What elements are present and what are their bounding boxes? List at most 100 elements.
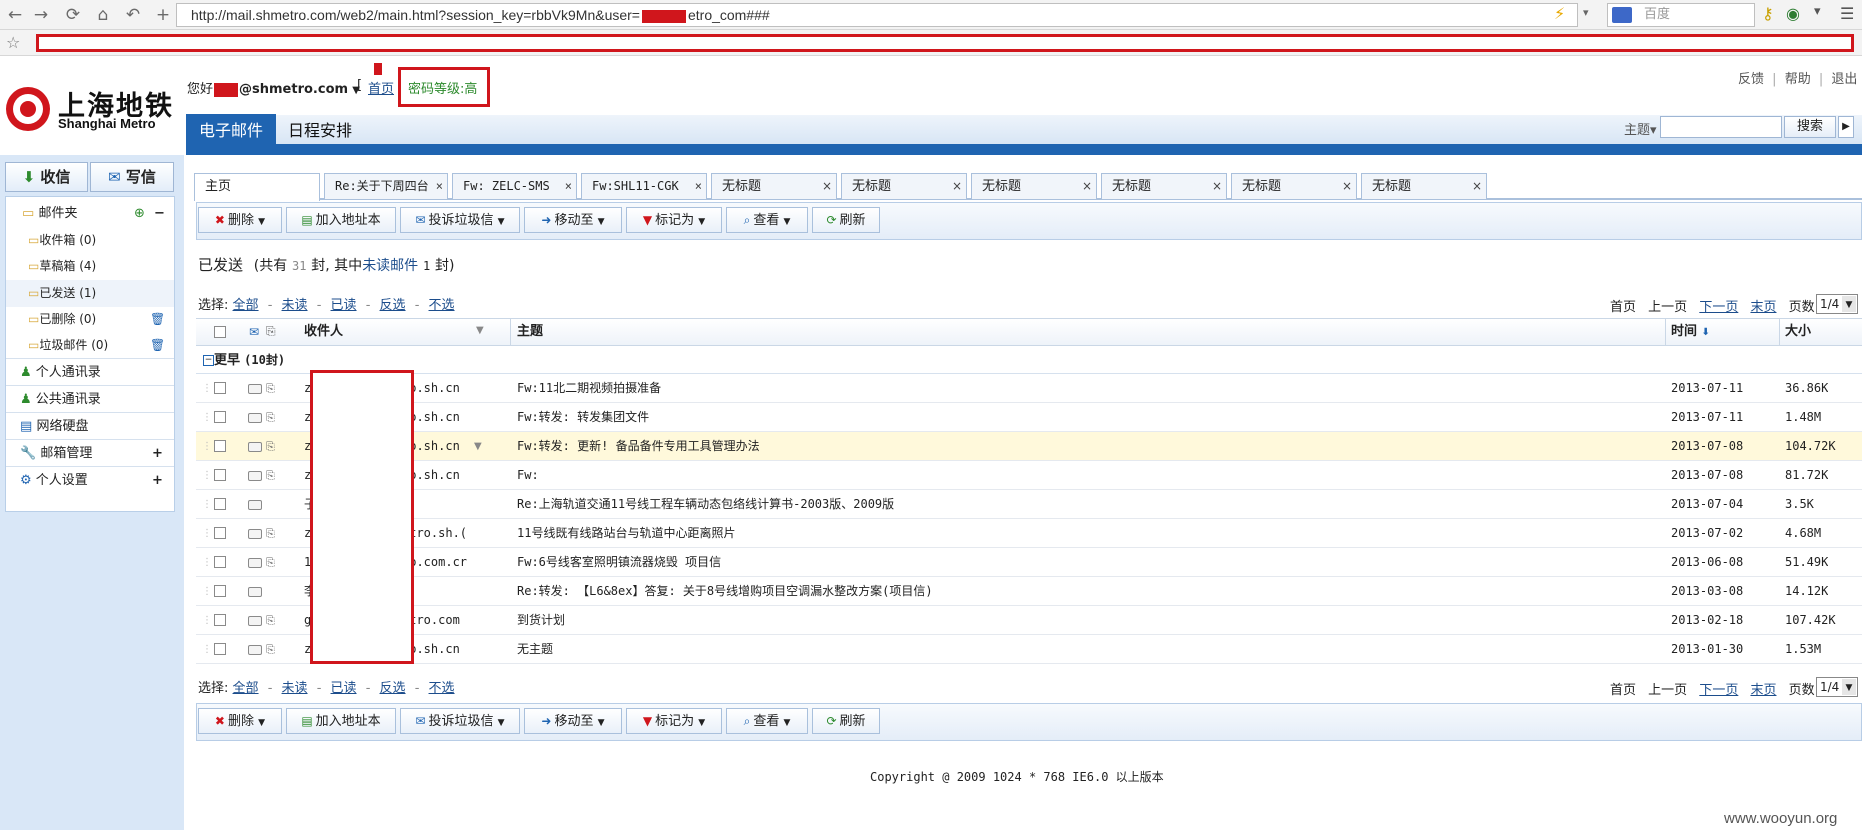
forward-icon[interactable]: → (30, 4, 52, 26)
subject-cell[interactable]: 11号线既有线路站台与轨道中心距离照片 (517, 519, 1657, 548)
close-icon[interactable]: × (1472, 174, 1482, 199)
drag-handle-icon[interactable]: ⋮ (202, 490, 212, 519)
row-checkbox[interactable] (214, 440, 226, 452)
search-arrow-icon[interactable]: ▶ (1838, 116, 1854, 138)
reload-icon[interactable]: ⟳ (62, 4, 84, 26)
sidebar-item-inbox[interactable]: ▭收件箱 (0) (6, 227, 174, 254)
tab-mail-3[interactable]: Fw:SHL11-CGK × (581, 173, 707, 199)
add-folder-icon[interactable]: ⊕ (134, 200, 145, 227)
sidebar-item-public-contacts[interactable]: ♟ 公共通讯录 (6, 385, 174, 412)
select-read-link[interactable]: 已读 (331, 298, 357, 313)
report-spam-button[interactable]: ✉ 投诉垃圾信 ▼ (400, 708, 520, 734)
sidebar-item-sent[interactable]: ▭已发送 (1) (6, 280, 174, 307)
drag-handle-icon[interactable]: ⋮ (202, 403, 212, 432)
select-none-link[interactable]: 不选 (429, 681, 455, 696)
report-spam-button[interactable]: ✉ 投诉垃圾信 ▼ (400, 207, 520, 233)
move-to-button[interactable]: ➜ 移动至 ▼ (524, 708, 622, 734)
select-unread-link[interactable]: 未读 (282, 298, 308, 313)
tab-mail-1[interactable]: Re:关于下周四台 × (324, 173, 448, 199)
pager-prev[interactable]: 上一页 (1648, 683, 1687, 698)
row-checkbox[interactable] (214, 614, 226, 626)
search-button[interactable]: 搜索 (1784, 116, 1836, 138)
subject-cell[interactable]: Fw:转发: 更新! 备品备件专用工具管理办法 (517, 432, 1657, 461)
unread-link[interactable]: 未读邮件 (362, 258, 418, 274)
help-link[interactable]: 帮助 (1785, 72, 1811, 87)
drag-handle-icon[interactable]: ⋮ (202, 432, 212, 461)
attachment-column-icon[interactable]: ⎘ (266, 324, 276, 339)
empty-trash-icon[interactable]: 🗑 (150, 306, 165, 333)
row-checkbox[interactable] (214, 469, 226, 481)
close-icon[interactable]: × (952, 174, 962, 199)
subject-cell[interactable]: Fw:6号线客室照明镇流器烧毁 项目信 (517, 548, 1657, 577)
subject-cell[interactable]: Fw: (517, 461, 1657, 490)
mark-as-button[interactable]: ▼ 标记为 ▼ (626, 207, 722, 233)
undo-icon[interactable]: ↶ (122, 4, 144, 26)
select-invert-link[interactable]: 反选 (380, 681, 406, 696)
logout-link[interactable]: 退出 (1831, 72, 1857, 87)
row-checkbox[interactable] (214, 498, 226, 510)
sidebar-item-spam[interactable]: ▭垃圾邮件 (0) 🗑 (6, 332, 174, 359)
tab-mail-2[interactable]: Fw: ZELC-SMS × (452, 173, 577, 199)
table-row[interactable]: ⋮ ⎘ 1 o.com.cr Fw:6号线客室照明镇流器烧毁 项目信 2013-06-08… (196, 548, 1862, 577)
column-subject[interactable]: 主题 (517, 318, 543, 346)
table-row[interactable]: ⋮ ⎘ z tro.sh.(11号线既有线路站台与轨道中心距离照片 2013-07-02… (196, 519, 1862, 548)
page-select[interactable]: 1/4 ▼ (1816, 294, 1858, 314)
view-button[interactable]: ⌕ 查看 ▼ (726, 708, 808, 734)
drag-handle-icon[interactable]: ⋮ (202, 577, 212, 606)
drag-handle-icon[interactable]: ⋮ (202, 606, 212, 635)
table-row[interactable]: ⋮ ⎘ g tro.com 到货计划 2013-02-18 107.42K (196, 606, 1862, 635)
sidebar-item-trash[interactable]: ▭已删除 (0) 🗑 (6, 306, 174, 333)
tab-mail-9[interactable]: 无标题 × (1361, 173, 1487, 199)
compose-button[interactable]: ✉ 写信 (90, 162, 174, 192)
move-to-button[interactable]: ➜ 移动至 ▼ (524, 207, 622, 233)
dropdown-arrow-icon[interactable]: ▾ (1583, 6, 1589, 19)
drag-handle-icon[interactable]: ⋮ (202, 635, 212, 664)
empty-spam-icon[interactable]: 🗑 (150, 332, 165, 359)
drag-handle-icon[interactable]: ⋮ (202, 519, 212, 548)
new-tab-icon[interactable]: + (152, 4, 174, 26)
subject-cell[interactable]: 无主题 (517, 635, 1657, 664)
row-checkbox[interactable] (214, 556, 226, 568)
add-contact-button[interactable]: ▤ 加入地址本 (286, 708, 396, 734)
close-icon[interactable]: × (695, 174, 702, 199)
column-recipient[interactable]: 收件人 (304, 318, 343, 346)
pager-last[interactable]: 末页 (1750, 300, 1776, 315)
view-button[interactable]: ⌕ 查看 ▼ (726, 207, 808, 233)
delete-button[interactable]: ✖ 删除 ▼ (198, 207, 282, 233)
list-menu-icon[interactable]: ☰ (1840, 4, 1854, 23)
page-select[interactable]: 1/4 ▼ (1816, 677, 1858, 697)
lightning-icon[interactable]: ⚡ (1554, 4, 1565, 23)
table-row[interactable]: ⋮子Re:上海轨道交通11号线工程车辆动态包络线计算书-2003版、2009版2… (196, 490, 1862, 519)
home-icon[interactable]: ⌂ (92, 4, 114, 26)
pager-first[interactable]: 首页 (1610, 300, 1636, 315)
tab-email[interactable]: 电子邮件 (186, 114, 276, 147)
sidebar-item-network-disk[interactable]: ▤ 网络硬盘 (6, 412, 174, 439)
drag-handle-icon[interactable]: ⋮ (202, 461, 212, 490)
tab-mail-5[interactable]: 无标题 × (841, 173, 967, 199)
pager-prev[interactable]: 上一页 (1648, 300, 1687, 315)
close-icon[interactable]: × (1342, 174, 1352, 199)
tab-home[interactable]: 主页 (194, 173, 320, 201)
expand-icon[interactable]: + (152, 467, 163, 494)
column-time[interactable]: 时间 ⬇ (1671, 318, 1710, 346)
tab-mail-7[interactable]: 无标题 × (1101, 173, 1227, 199)
tab-mail-6[interactable]: 无标题 × (971, 173, 1097, 199)
sidebar-item-mailbox-settings[interactable]: 🔧 邮箱管理 + (6, 439, 174, 466)
row-checkbox[interactable] (214, 527, 226, 539)
select-none-link[interactable]: 不选 (429, 298, 455, 313)
sidebar-item-personal-contacts[interactable]: ♟ 个人通讯录 (6, 358, 174, 385)
refresh-button[interactable]: ⟳ 刷新 (812, 207, 880, 233)
pager-next[interactable]: 下一页 (1699, 683, 1738, 698)
table-row[interactable]: ⋮ ⎘ z o.sh.cn ▼ Fw:转发: 更新! 备品备件专用工具管理办法 2013-0… (196, 432, 1862, 461)
drag-handle-icon[interactable]: ⋮ (202, 374, 212, 403)
close-icon[interactable]: × (1212, 174, 1222, 199)
key-icon[interactable]: ⚷ (1762, 4, 1774, 23)
tab-schedule[interactable]: 日程安排 (280, 114, 360, 147)
row-checkbox[interactable] (214, 382, 226, 394)
pager-first[interactable]: 首页 (1610, 683, 1636, 698)
select-all-checkbox[interactable] (214, 326, 226, 338)
tab-mail-4[interactable]: 无标题 × (711, 173, 837, 199)
drag-handle-icon[interactable]: ⋮ (202, 548, 212, 577)
expand-icon[interactable]: + (152, 440, 163, 467)
search-scope-select[interactable]: 主题▾ (1624, 119, 1657, 138)
